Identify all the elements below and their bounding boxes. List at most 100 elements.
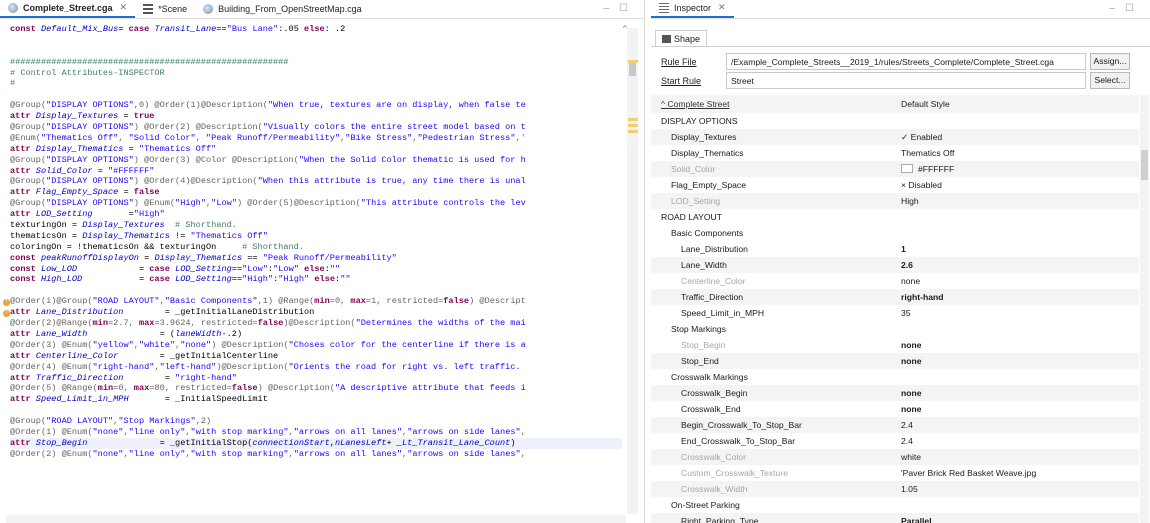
- tab-complete-street[interactable]: Complete_Street.cga ✕: [0, 0, 136, 18]
- attribute-value[interactable]: 2.4: [901, 436, 913, 446]
- attribute-value[interactable]: × Disabled: [901, 180, 942, 190]
- attribute-value[interactable]: none: [901, 404, 922, 414]
- attribute-row[interactable]: Speed_Limit_in_MPH 35: [651, 305, 1139, 321]
- scrollbar-thumb[interactable]: [629, 62, 636, 76]
- attribute-value[interactable]: 35: [901, 308, 911, 318]
- attribute-row[interactable]: Lane_Distribution 1: [651, 241, 1139, 257]
- tab-inspector[interactable]: Inspector ✕: [651, 0, 734, 18]
- code-token: "line only": [128, 426, 186, 437]
- attribute-row[interactable]: Custom_Crosswalk_Texture 'Paver Brick Red…: [651, 465, 1139, 481]
- code-token: "Thematics Off": [138, 143, 217, 154]
- attribute-group[interactable]: ROAD LAYOUT: [651, 209, 1139, 225]
- attribute-value[interactable]: Thematics Off: [901, 148, 954, 158]
- code-line: coloringOn = !thematicsOn && texturingOn…: [10, 242, 622, 253]
- code-line: attr Lane_Distribution = _getInitialLane…: [10, 307, 622, 318]
- vertical-scrollbar[interactable]: [627, 28, 638, 514]
- attribute-row[interactable]: Centerline_Color none: [651, 273, 1139, 289]
- tab-building-from-openstreetmap[interactable]: Building_From_OpenStreetMap.cga: [195, 0, 370, 18]
- tab-scene[interactable]: *Scene: [135, 0, 195, 18]
- minimize-icon[interactable]: –: [603, 3, 619, 14]
- attribute-name: Display_Thematics: [671, 148, 744, 158]
- overview-marker: [628, 60, 638, 63]
- code-token: peakRunoffDisplayOn: [40, 252, 139, 263]
- select-button[interactable]: Select...: [1090, 72, 1130, 89]
- tab-shape[interactable]: Shape: [655, 30, 708, 47]
- attribute-group[interactable]: Crosswalk Markings: [651, 369, 1139, 385]
- attribute-value[interactable]: none: [901, 356, 922, 366]
- rule-file-field[interactable]: /Example_Complete_Streets__2019_1/rules/…: [726, 53, 1086, 70]
- code-line: const peakRunoffDisplayOn = Display_Them…: [10, 253, 622, 264]
- attribute-row[interactable]: Traffic_Direction right-hand: [651, 289, 1139, 305]
- code-token: attr: [10, 328, 36, 339]
- attribute-row[interactable]: LOD_Setting High: [651, 193, 1139, 209]
- close-icon[interactable]: ✕: [120, 2, 128, 13]
- attribute-row[interactable]: Stop_Begin none: [651, 337, 1139, 353]
- maximize-icon[interactable]: ☐: [1125, 3, 1144, 14]
- code-line: attr Display_Textures = true: [10, 111, 622, 122]
- vertical-scrollbar[interactable]: [1140, 95, 1149, 523]
- rule-file-label[interactable]: Rule File: [661, 57, 697, 67]
- start-rule-label[interactable]: Start Rule: [661, 76, 701, 86]
- attribute-value[interactable]: ✓ Enabled: [901, 132, 942, 143]
- code-token: ########################################…: [10, 56, 289, 67]
- attribute-value[interactable]: none: [901, 276, 920, 286]
- tab-label: Building_From_OpenStreetMap.cga: [218, 3, 362, 14]
- attribute-row[interactable]: Stop_End none: [651, 353, 1139, 369]
- code-token: attr: [10, 350, 36, 361]
- attribute-row[interactable]: End_Crosswalk_To_Stop_Bar 2.4: [651, 433, 1139, 449]
- attribute-row[interactable]: Display_Textures ✓ Enabled: [651, 129, 1139, 145]
- attribute-value-text: High: [901, 196, 919, 206]
- attribute-value[interactable]: Parallel: [901, 516, 932, 523]
- code-token: "Low": [273, 263, 299, 274]
- code-line: const High_LOD = case LOD_Setting=="High…: [10, 274, 622, 285]
- close-icon[interactable]: ✕: [718, 2, 726, 13]
- horizontal-scrollbar[interactable]: [6, 515, 626, 523]
- code-text-area[interactable]: const Default_Mix_Bus= case Transit_Lane…: [10, 24, 622, 514]
- attribute-value[interactable]: 2.4: [901, 420, 913, 430]
- attribute-value[interactable]: 'Paver Brick Red Basket Weave.jpg: [901, 468, 1036, 478]
- attribute-row[interactable]: Lane_Width 2.6: [651, 257, 1139, 273]
- attribute-row[interactable]: Crosswalk_Color white: [651, 449, 1139, 465]
- attribute-value[interactable]: #FFFFFF: [901, 164, 954, 174]
- attribute-value[interactable]: none: [901, 388, 922, 398]
- attribute-value[interactable]: 1.05: [901, 484, 918, 494]
- minimize-icon[interactable]: –: [1109, 3, 1125, 14]
- scrollbar-thumb[interactable]: [1141, 150, 1148, 180]
- attribute-row[interactable]: Begin_Crosswalk_To_Stop_Bar 2.4: [651, 417, 1139, 433]
- code-line: attr Speed_Limit_in_MPH = _InitialSpeedL…: [10, 394, 622, 405]
- color-swatch[interactable]: [901, 164, 913, 173]
- attribute-value[interactable]: white: [901, 452, 921, 462]
- attribute-value[interactable]: right-hand: [901, 292, 943, 302]
- attribute-row[interactable]: Display_Thematics Thematics Off: [651, 145, 1139, 161]
- attribute-value[interactable]: High: [901, 196, 919, 206]
- attribute-row[interactable]: Crosswalk_End none: [651, 401, 1139, 417]
- code-token: ): [510, 437, 516, 448]
- code-token: =: [118, 111, 134, 122]
- code-token: "High": [242, 274, 274, 285]
- attribute-value-text: none: [901, 340, 922, 350]
- code-token: "right-hand": [175, 372, 237, 383]
- code-token: ,2): [195, 416, 212, 427]
- attribute-value[interactable]: none: [901, 340, 922, 350]
- start-rule-field[interactable]: Street: [726, 72, 1086, 89]
- attribute-group[interactable]: DISPLAY OPTIONS: [651, 113, 1139, 129]
- assign-button[interactable]: Assign...: [1090, 53, 1130, 70]
- code-line: @Order(2) @Enum("none","line only","with…: [10, 449, 622, 460]
- attribute-row[interactable]: Right_Parking_Type Parallel: [651, 513, 1139, 523]
- maximize-icon[interactable]: ☐: [619, 3, 638, 14]
- attribute-value[interactable]: 2.6: [901, 260, 913, 270]
- attribute-row[interactable]: Solid_Color #FFFFFF: [651, 161, 1139, 177]
- attribute-group[interactable]: On-Street Parking: [651, 497, 1139, 513]
- attribute-value[interactable]: Default Style: [901, 99, 950, 109]
- rule-header[interactable]: ^ Complete Street Default Style: [651, 95, 1139, 113]
- code-line: const Default_Mix_Bus= case Transit_Lane…: [10, 24, 622, 35]
- attribute-value[interactable]: 1: [901, 244, 906, 254]
- code-token: @Group(: [10, 176, 47, 187]
- attribute-row[interactable]: Flag_Empty_Space × Disabled: [651, 177, 1139, 193]
- attribute-name: Display_Textures: [671, 132, 737, 142]
- attribute-group[interactable]: Basic Components: [651, 225, 1139, 241]
- code-token: @Order(5) @Range(: [10, 383, 98, 394]
- attribute-row[interactable]: Crosswalk_Begin none: [651, 385, 1139, 401]
- attribute-group[interactable]: Stop Markings: [651, 321, 1139, 337]
- attribute-row[interactable]: Crosswalk_Width 1.05: [651, 481, 1139, 497]
